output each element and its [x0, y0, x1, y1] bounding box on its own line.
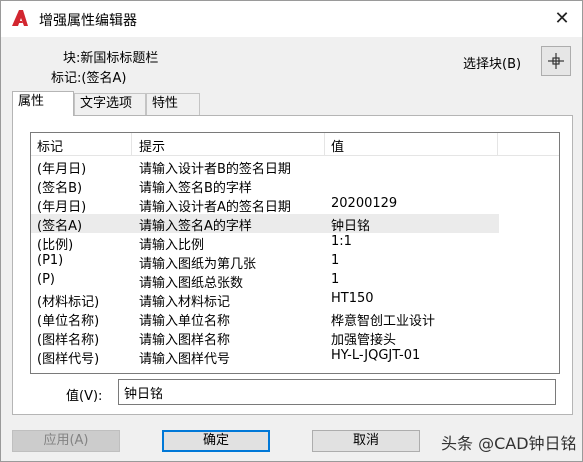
column-header-value[interactable]: 值: [331, 136, 344, 155]
cancel-button[interactable]: 取消: [312, 430, 420, 452]
watermark: 头条 @CAD钟日铭: [439, 430, 579, 454]
table-row[interactable]: (材料标记) 请输入材料标记 HT150: [31, 290, 499, 310]
row-prompt: 请输入设计者B的签名日期: [139, 162, 291, 177]
row-tag: (单位名称): [37, 314, 100, 329]
enhanced-attribute-editor-dialog: 增强属性编辑器 ✕ 块:新国标标题栏 标记:(签名A) 选择块(B) 属性 文字…: [0, 0, 583, 462]
row-value: 加强管接头: [331, 333, 397, 348]
table-row[interactable]: (比例) 请输入比例 1:1: [31, 233, 499, 253]
row-tag: (年月日): [37, 200, 87, 215]
table-row[interactable]: (P) 请输入图纸总张数 1: [31, 271, 499, 291]
value-input[interactable]: [118, 379, 556, 405]
table-row[interactable]: (P1) 请输入图纸为第几张 1: [31, 252, 499, 272]
row-tag: (图样代号): [37, 352, 100, 367]
tag-name: (签名A): [81, 71, 127, 86]
row-prompt: 请输入材料标记: [139, 295, 231, 310]
row-value: HT150: [331, 291, 374, 306]
row-tag: (比例): [37, 238, 74, 253]
column-divider[interactable]: [131, 133, 132, 156]
list-header: 标记 提示 值: [31, 133, 559, 156]
value-label: 值(V):: [66, 389, 103, 404]
table-row[interactable]: (签名B) 请输入签名B的字样: [31, 176, 499, 196]
row-value: 1:1: [331, 234, 352, 249]
table-row-selected[interactable]: (签名A) 请输入签名A的字样 钟日铭: [31, 214, 499, 234]
row-tag: (P1): [37, 253, 64, 268]
tab-text-options-label: 文字选项: [80, 96, 133, 111]
row-value: 1: [331, 272, 340, 287]
block-label: 块:: [63, 51, 81, 66]
row-tag: (签名B): [37, 181, 83, 196]
table-row[interactable]: (单位名称) 请输入单位名称 桦意智创工业设计: [31, 309, 499, 329]
select-block-label: 选择块(B): [463, 57, 522, 72]
table-row[interactable]: (年月日) 请输入设计者B的签名日期: [31, 157, 499, 177]
row-prompt: 请输入比例: [139, 238, 205, 253]
column-header-prompt[interactable]: 提示: [139, 136, 165, 155]
close-button[interactable]: ✕: [549, 7, 575, 31]
row-prompt: 请输入图纸为第几张: [139, 257, 257, 272]
row-tag: (图样名称): [37, 333, 100, 348]
row-tag: (材料标记): [37, 295, 100, 310]
row-tag: (P): [37, 272, 55, 287]
tab-properties[interactable]: 特性: [146, 93, 200, 115]
autocad-logo-icon: [12, 10, 28, 26]
column-header-tag[interactable]: 标记: [37, 136, 63, 155]
title-bar: 增强属性编辑器 ✕: [1, 1, 582, 37]
column-divider[interactable]: [497, 133, 498, 156]
row-value: 1: [331, 253, 340, 268]
tab-properties-label: 特性: [152, 96, 179, 111]
row-prompt: 请输入图样名称: [139, 333, 231, 348]
attributes-panel: 标记 提示 值 (年月日) 请输入设计者B的签名日期 (签名B) 请输入签名B的…: [12, 115, 573, 415]
row-prompt: 请输入图样代号: [139, 352, 231, 367]
row-value: 20200129: [331, 196, 398, 211]
row-prompt: 请输入设计者A的签名日期: [139, 200, 291, 215]
table-row[interactable]: (图样名称) 请输入图样名称 加强管接头: [31, 328, 499, 348]
row-prompt: 请输入图纸总张数: [139, 276, 244, 291]
list-rows: (年月日) 请输入设计者B的签名日期 (签名B) 请输入签名B的字样 (年月日)…: [31, 157, 559, 367]
apply-button[interactable]: 应用(A): [12, 430, 120, 452]
tag-label: 标记:: [51, 71, 82, 86]
row-tag: (年月日): [37, 162, 87, 177]
column-divider[interactable]: [324, 133, 325, 156]
block-info: 块:新国标标题栏: [63, 47, 158, 66]
window-title: 增强属性编辑器: [39, 13, 137, 29]
tab-attributes-label: 属性: [18, 94, 45, 109]
crosshair-pick-icon: [548, 53, 564, 69]
row-prompt: 请输入签名B的字样: [139, 181, 252, 196]
attribute-list[interactable]: 标记 提示 值 (年月日) 请输入设计者B的签名日期 (签名B) 请输入签名B的…: [30, 132, 560, 374]
tag-info: 标记:(签名A): [51, 67, 126, 86]
table-row[interactable]: (年月日) 请输入设计者A的签名日期 20200129: [31, 195, 499, 215]
row-value: HY-L-JQGJT-01: [331, 348, 421, 363]
row-value: 钟日铭: [331, 219, 371, 234]
tab-text-options[interactable]: 文字选项: [74, 93, 146, 115]
row-value: 桦意智创工业设计: [331, 314, 436, 329]
tab-attributes[interactable]: 属性: [12, 91, 74, 116]
ok-button[interactable]: 确定: [162, 430, 270, 452]
select-block-button[interactable]: [541, 46, 571, 76]
row-prompt: 请输入签名A的字样: [139, 219, 252, 234]
row-tag: (签名A): [37, 219, 83, 234]
table-row[interactable]: (图样代号) 请输入图样代号 HY-L-JQGJT-01: [31, 347, 499, 367]
close-icon[interactable]: ✕: [554, 8, 569, 29]
block-name: 新国标标题栏: [80, 51, 159, 66]
row-prompt: 请输入单位名称: [139, 314, 231, 329]
